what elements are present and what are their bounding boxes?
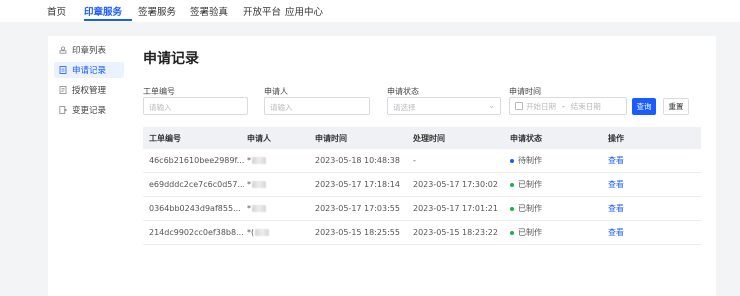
sidebar-item-seal-list[interactable]: 印章列表 <box>54 42 124 58</box>
active-tab-indicator <box>84 19 132 21</box>
start-date-placeholder: 开始日期 <box>526 101 556 111</box>
redacted-name <box>252 157 266 164</box>
status-cell: 已制作 <box>510 173 590 196</box>
header-applicant: 申请人 <box>247 133 271 143</box>
applicant-input[interactable]: 请输入 <box>264 97 370 115</box>
end-date-placeholder: 结束日期 <box>570 101 601 111</box>
order-no-cell: e69dddc2ce7c6c0d57... <box>149 180 244 189</box>
apply-time-cell: 2023-05-17 17:18:14 <box>315 180 400 189</box>
status-text: 已制作 <box>518 228 542 237</box>
status-dot <box>510 182 514 187</box>
change-record-icon <box>59 106 67 114</box>
applicant-cell: * <box>247 173 307 196</box>
applicant-name: * <box>247 180 251 189</box>
applicant-label: 申请人 <box>264 87 288 96</box>
status-dot <box>510 206 514 211</box>
nav-sign-service[interactable]: 签署服务 <box>138 4 176 18</box>
main-card: 印章列表 申请记录 授权管理 变更记录 申请记录 工单编号 请输入 申请人 请输… <box>48 36 716 296</box>
reset-button[interactable]: 重置 <box>663 98 689 115</box>
view-link[interactable]: 查看 <box>608 173 668 196</box>
table-row: e69dddc2ce7c6c0d57... * 2023-05-17 17:18… <box>143 173 701 197</box>
header-process-time: 处理时间 <box>413 133 445 143</box>
status-cell: 待制作 <box>510 149 590 172</box>
applicant-cell: * <box>247 149 307 172</box>
apply-time-cell: 2023-05-15 18:25:55 <box>315 228 400 237</box>
status-dot <box>510 230 514 235</box>
status-placeholder: 请选择 <box>393 103 416 112</box>
nav-home[interactable]: 首页 <box>47 4 66 18</box>
authorization-icon <box>59 86 67 94</box>
order-no-input[interactable]: 请输入 <box>143 97 248 115</box>
query-button[interactable]: 查询 <box>632 98 656 115</box>
date-separator: - <box>562 101 565 111</box>
status-dot <box>510 158 514 163</box>
applicant-cell: *( <box>247 221 307 244</box>
table-header: 工单编号 申请人 申请时间 处理时间 申请状态 操作 <box>143 127 701 149</box>
order-no-placeholder: 请输入 <box>149 103 172 112</box>
status-text: 已制作 <box>518 204 542 213</box>
sidebar-item-label: 印章列表 <box>72 46 107 56</box>
seal-icon <box>59 46 67 54</box>
process-time-cell: 2023-05-17 17:30:02 <box>413 180 498 189</box>
sidebar-item-label: 变更记录 <box>72 106 107 116</box>
applicant-name: * <box>247 156 251 165</box>
applicant-cell: * <box>247 197 307 220</box>
calendar-icon <box>515 102 523 110</box>
process-time-cell: 2023-05-17 17:01:21 <box>413 204 498 213</box>
status-select[interactable]: 请选择 ⌄ <box>387 97 501 115</box>
header-apply-time: 申请时间 <box>315 133 347 143</box>
records-table: 工单编号 申请人 申请时间 处理时间 申请状态 操作 46c6b21610bee… <box>143 127 701 245</box>
nav-seal-service[interactable]: 印章服务 <box>84 4 122 18</box>
view-link[interactable]: 查看 <box>608 149 668 172</box>
applicant-name: * <box>247 204 251 213</box>
redacted-name <box>255 229 270 236</box>
header-status: 申请状态 <box>510 133 542 143</box>
apply-time-label: 申请时间 <box>509 87 541 96</box>
document-icon <box>59 66 67 74</box>
nav-open-platform[interactable]: 开放平台 <box>243 4 281 18</box>
sidebar-item-authorization[interactable]: 授权管理 <box>54 82 124 98</box>
header-order-no: 工单编号 <box>149 133 181 143</box>
status-label: 申请状态 <box>387 87 419 96</box>
redacted-name <box>252 205 266 212</box>
top-navigation: 首页 印章服务 签署服务 签署验真 开放平台 应用中心 <box>0 0 740 22</box>
status-text: 待制作 <box>518 156 542 165</box>
redacted-name <box>252 181 266 188</box>
view-link[interactable]: 查看 <box>608 197 668 220</box>
sidebar-item-label: 授权管理 <box>72 86 107 96</box>
order-no-cell: 0364bb0243d9af855... <box>149 204 241 213</box>
order-no-label: 工单编号 <box>143 87 175 96</box>
status-cell: 已制作 <box>510 197 590 220</box>
view-link[interactable]: 查看 <box>608 221 668 244</box>
process-time-cell: 2023-05-15 18:23:22 <box>413 228 498 237</box>
order-no-cell: 46c6b21610bee2989f... <box>149 156 244 165</box>
chevron-down-icon: ⌄ <box>488 101 495 110</box>
table-row: 214dc9902cc0ef38b8... *( 2023-05-15 18:2… <box>143 221 701 245</box>
header-action: 操作 <box>608 133 624 143</box>
nav-app-center[interactable]: 应用中心 <box>285 4 323 18</box>
nav-sign-verify[interactable]: 签署验真 <box>190 4 228 18</box>
date-range-picker[interactable]: 开始日期 - 结束日期 <box>509 97 627 115</box>
applicant-name: *( <box>247 228 255 237</box>
sidebar-item-apply-record[interactable]: 申请记录 <box>54 62 124 78</box>
page-title: 申请记录 <box>143 51 199 67</box>
status-cell: 已制作 <box>510 221 590 244</box>
apply-time-cell: 2023-05-18 10:48:38 <box>315 156 400 165</box>
sidebar-item-label: 申请记录 <box>72 66 107 76</box>
applicant-placeholder: 请输入 <box>270 103 293 112</box>
status-text: 已制作 <box>518 180 542 189</box>
table-row: 46c6b21610bee2989f... * 2023-05-18 10:48… <box>143 149 701 173</box>
apply-time-cell: 2023-05-17 17:03:55 <box>315 204 400 213</box>
order-no-cell: 214dc9902cc0ef38b8... <box>149 228 244 237</box>
sidebar-item-change-record[interactable]: 变更记录 <box>54 102 124 118</box>
table-row: 0364bb0243d9af855... * 2023-05-17 17:03:… <box>143 197 701 221</box>
process-time-cell: - <box>413 156 416 165</box>
